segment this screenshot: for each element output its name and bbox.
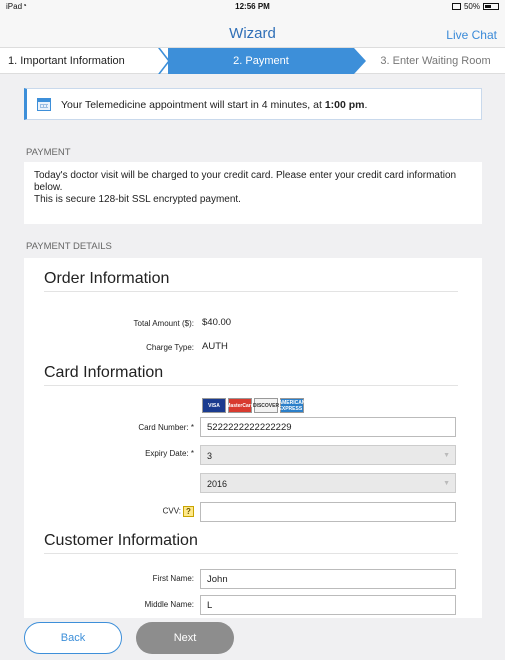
bottom-bar: Back Next	[0, 618, 505, 660]
expiry-year-select[interactable]: 2016 ▼	[200, 473, 456, 493]
visa-icon: VISA	[202, 398, 226, 413]
total-amount-value: $40.00	[202, 317, 232, 328]
first-name-input[interactable]: John	[200, 569, 456, 589]
wizard-steps: 1. Important Information 2. Payment 3. E…	[0, 48, 505, 74]
first-name-label: First Name:	[152, 574, 194, 583]
battery-indicator: 50%	[451, 2, 499, 11]
total-amount-label: Total Amount ($):	[133, 319, 194, 328]
page-title: Wizard	[229, 25, 276, 42]
card-number-input[interactable]: 5222222222222229	[200, 417, 456, 437]
payment-info-panel: Today's doctor visit will be charged to …	[24, 162, 482, 224]
divider	[44, 553, 458, 554]
middle-name-input[interactable]: L	[200, 595, 456, 615]
divider	[44, 291, 458, 292]
accepted-cards: VISA MasterCard DISCOVER AMERICAN EXPRES…	[202, 398, 306, 413]
live-chat-link[interactable]: Live Chat	[446, 28, 497, 42]
nav-bar: Wizard Live Chat	[0, 14, 505, 48]
battery-icon	[483, 3, 499, 10]
cvv-input[interactable]	[200, 502, 456, 522]
customer-info-heading: Customer Information	[44, 532, 198, 549]
card-number-label: Card Number: *	[138, 423, 194, 432]
step-payment[interactable]: 2. Payment	[168, 48, 354, 74]
divider	[44, 385, 458, 386]
mastercard-icon: MasterCard	[226, 398, 254, 413]
expiry-month-select[interactable]: 3 ▼	[200, 445, 456, 465]
appointment-notice: Your Telemedicine appointment will start…	[24, 88, 482, 120]
payment-section-label: PAYMENT	[26, 147, 71, 158]
cvv-help-icon[interactable]: ?	[183, 506, 194, 517]
charge-type-label: Charge Type:	[146, 343, 194, 352]
chevron-down-icon: ▼	[443, 480, 450, 487]
payment-details-card: Order Information Total Amount ($): $40.…	[24, 258, 482, 618]
payment-security-text: This is secure 128-bit SSL encrypted pay…	[34, 194, 241, 205]
expiry-date-label: Expiry Date: *	[145, 449, 194, 458]
middle-name-label: Middle Name:	[144, 600, 194, 609]
card-info-heading: Card Information	[44, 364, 164, 381]
appointment-time: 1:00 pm	[324, 99, 365, 111]
discover-icon: DISCOVER	[253, 398, 279, 413]
battery-percent: 50%	[463, 2, 480, 11]
next-button[interactable]: Next	[136, 622, 234, 654]
amex-icon: AMERICAN EXPRESS	[278, 398, 306, 413]
back-button[interactable]: Back	[24, 622, 122, 654]
appointment-notice-text: Your Telemedicine appointment will start…	[61, 99, 368, 111]
clock: 12:56 PM	[235, 2, 270, 11]
payment-info-text: Today's doctor visit will be charged to …	[34, 170, 457, 193]
screen-mirroring-icon	[451, 3, 461, 10]
step-important-information[interactable]: 1. Important Information	[0, 48, 168, 74]
payment-details-label: PAYMENT DETAILS	[26, 241, 112, 252]
calendar-icon	[37, 98, 51, 111]
charge-type-value: AUTH	[202, 341, 228, 352]
order-info-heading: Order Information	[44, 270, 170, 287]
step-enter-waiting-room[interactable]: 3. Enter Waiting Room	[354, 48, 505, 74]
cvv-label: CVV:?	[44, 506, 194, 517]
chevron-down-icon: ▼	[443, 452, 450, 459]
status-bar: iPad ◔ 12:56 PM 50%	[0, 0, 505, 14]
